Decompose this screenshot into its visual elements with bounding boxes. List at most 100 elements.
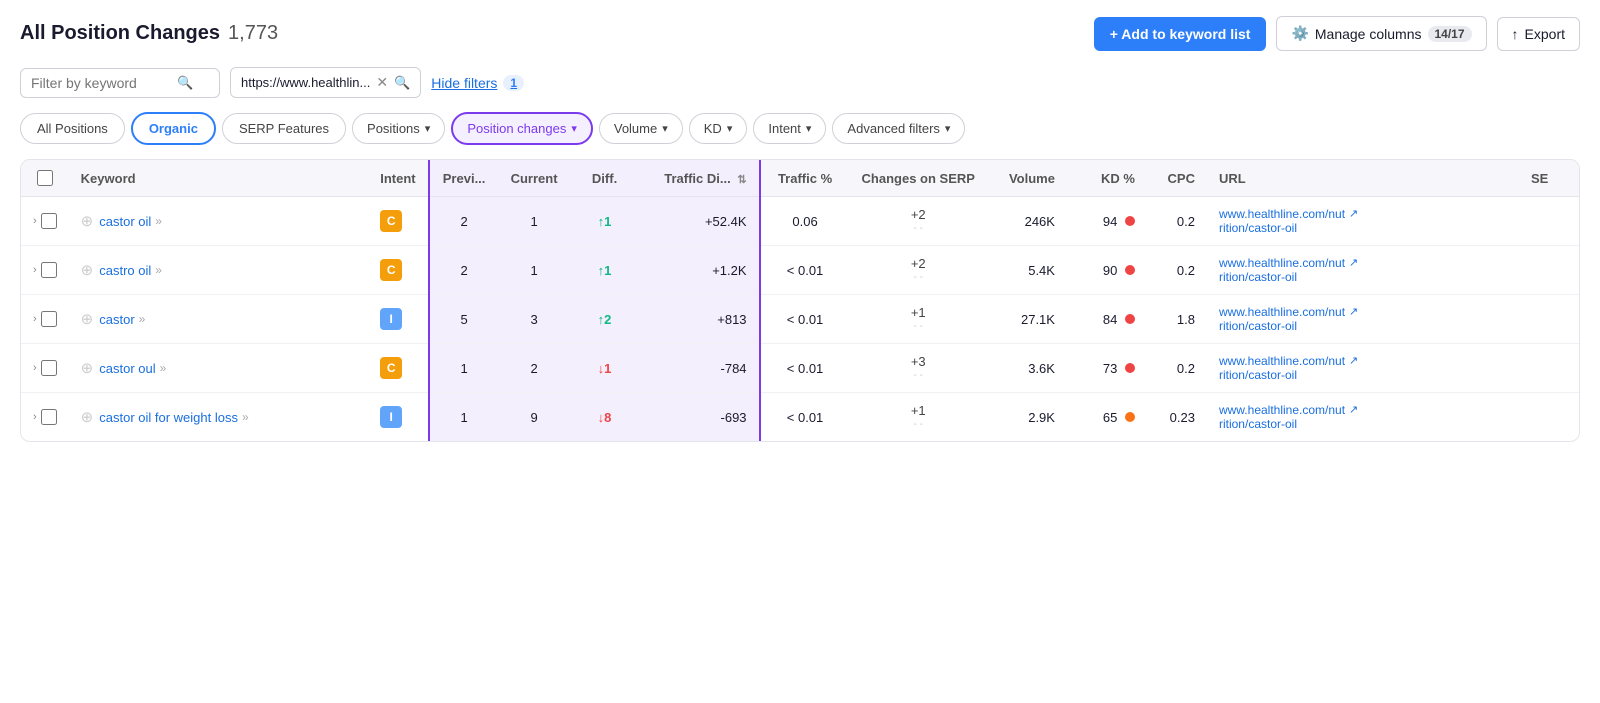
tab-kd[interactable]: KD ▾ <box>689 113 748 144</box>
hide-filters-badge: 1 <box>503 75 524 91</box>
col-header-cpc: CPC <box>1147 160 1207 197</box>
row-expand-icon[interactable]: › <box>33 264 37 276</box>
keyword-chevron-icon: » <box>155 214 162 228</box>
row-expand-icon[interactable]: › <box>33 362 37 374</box>
col-header-traffic-di[interactable]: Traffic Di... ⇅ <box>640 160 760 197</box>
tab-volume[interactable]: Volume ▾ <box>599 113 683 144</box>
add-to-keyword-list-button[interactable]: + Add to keyword list <box>1094 17 1267 51</box>
keyword-cell: ⊕ castor oil » <box>69 197 369 246</box>
row-expand-icon[interactable]: › <box>33 215 37 227</box>
traffic-di-value: +1.2K <box>712 263 746 278</box>
chevron-down-icon: ▾ <box>571 122 577 135</box>
traffic-di-value: -693 <box>721 410 747 425</box>
diff-cell: ↓8 <box>570 393 640 442</box>
url-link[interactable]: www.healthline.com/nutrition/castor-oil <box>1219 305 1345 333</box>
keyword-link[interactable]: castor oil for weight loss » <box>99 410 248 425</box>
hide-filters-button[interactable]: Hide filters 1 <box>431 75 524 91</box>
url-cell: www.healthline.com/nutrition/castor-oil … <box>1207 344 1519 393</box>
intent-cell: C <box>368 197 428 246</box>
keyword-chevron-icon: » <box>155 263 162 277</box>
diff-value: ↑2 <box>598 312 612 327</box>
filter-tabs: All Positions Organic SERP Features Posi… <box>20 112 1580 145</box>
col-header-intent: Intent <box>368 160 428 197</box>
traffic-pct-cell: < 0.01 <box>760 295 850 344</box>
col-header-volume: Volume <box>987 160 1067 197</box>
manage-columns-button[interactable]: ⚙️ Manage columns 14/17 <box>1276 16 1486 51</box>
row-checkbox[interactable] <box>41 213 57 229</box>
keyword-link[interactable]: castor oil » <box>99 214 162 229</box>
keyword-add-icon: ⊕ <box>81 310 94 328</box>
row-checkbox[interactable] <box>41 409 57 425</box>
intent-badge: I <box>380 308 402 330</box>
url-link[interactable]: www.healthline.com/nutrition/castor-oil <box>1219 403 1345 431</box>
keyword-link[interactable]: castor oul » <box>99 361 166 376</box>
tab-intent[interactable]: Intent ▾ <box>753 113 826 144</box>
traffic-pct-cell: 0.06 <box>760 197 850 246</box>
col-header-check <box>21 160 69 197</box>
url-filter-wrap: https://www.healthlin... ✕ 🔍 <box>230 67 421 98</box>
search-icon: 🔍 <box>177 75 193 91</box>
row-expand-icon[interactable]: › <box>33 313 37 325</box>
row-checkbox[interactable] <box>41 360 57 376</box>
gear-icon: ⚙️ <box>1291 25 1308 42</box>
col-header-traffic-pct: Traffic % <box>760 160 850 197</box>
prev-position-cell: 1 <box>429 393 499 442</box>
current-position-cell: 1 <box>499 197 570 246</box>
tab-positions[interactable]: Positions ▾ <box>352 113 445 144</box>
se-cell <box>1519 197 1579 246</box>
kd-dot <box>1125 314 1135 324</box>
keyword-link[interactable]: castro oil » <box>99 263 162 278</box>
export-button[interactable]: ↑ Export <box>1497 17 1580 51</box>
changes-serp-cell: +1 - - <box>850 393 987 442</box>
kd-cell: 65 <box>1067 393 1147 442</box>
changes-serp-cell: +1 - - <box>850 295 987 344</box>
kd-cell: 94 <box>1067 197 1147 246</box>
data-table-wrap: Keyword Intent Previ... Current Diff. <box>20 159 1580 442</box>
url-filter-search-icon: 🔍 <box>394 75 410 91</box>
table-row: › ⊕ castor oil » C 2 1 ↑1 +52.4K 0.06 +2 <box>21 197 1579 246</box>
tab-position-changes[interactable]: Position changes ▾ <box>451 112 593 145</box>
diff-value: ↓8 <box>598 410 612 425</box>
keyword-chevron-icon: » <box>139 312 146 326</box>
url-link[interactable]: www.healthline.com/nutrition/castor-oil <box>1219 207 1345 235</box>
chevron-down-icon: ▾ <box>662 122 668 135</box>
changes-serp-dashes: - - <box>914 370 923 382</box>
diff-value: ↑1 <box>598 263 612 278</box>
chevron-down-icon: ▾ <box>945 122 951 135</box>
se-cell <box>1519 246 1579 295</box>
keyword-filter-input[interactable] <box>31 75 171 91</box>
prev-position-cell: 2 <box>429 197 499 246</box>
tab-advanced-filters[interactable]: Advanced filters ▾ <box>832 113 965 144</box>
keyword-add-icon: ⊕ <box>81 359 94 377</box>
traffic-pct-cell: < 0.01 <box>760 393 850 442</box>
row-checkbox[interactable] <box>41 262 57 278</box>
keyword-link[interactable]: castor » <box>99 312 145 327</box>
row-expand-check: › <box>21 197 69 246</box>
changes-serp-dashes: - - <box>914 223 923 235</box>
tab-organic[interactable]: Organic <box>131 112 216 145</box>
volume-cell: 2.9K <box>987 393 1067 442</box>
url-cell: www.healthline.com/nutrition/castor-oil … <box>1207 295 1519 344</box>
keyword-chevron-icon: » <box>160 361 167 375</box>
table-row: › ⊕ castro oil » C 2 1 ↑1 +1.2K < 0.01 + <box>21 246 1579 295</box>
select-all-checkbox[interactable] <box>37 170 53 186</box>
changes-serp-dashes: - - <box>914 272 923 284</box>
keyword-chevron-icon: » <box>242 410 249 424</box>
url-filter-close-button[interactable]: ✕ <box>376 74 388 91</box>
row-expand-icon[interactable]: › <box>33 411 37 423</box>
external-link-icon: ↗ <box>1349 305 1358 318</box>
keyword-add-icon: ⊕ <box>81 212 94 230</box>
traffic-di-cell: -784 <box>640 344 760 393</box>
keyword-filter-wrap[interactable]: 🔍 <box>20 68 220 98</box>
col-header-url: URL <box>1207 160 1519 197</box>
kd-cell: 73 <box>1067 344 1147 393</box>
row-checkbox[interactable] <box>41 311 57 327</box>
col-header-kd: KD % <box>1067 160 1147 197</box>
diff-value: ↓1 <box>598 361 612 376</box>
url-link[interactable]: www.healthline.com/nutrition/castor-oil <box>1219 354 1345 382</box>
tab-serp-features[interactable]: SERP Features <box>222 113 346 144</box>
intent-badge: C <box>380 357 402 379</box>
header-actions: + Add to keyword list ⚙️ Manage columns … <box>1094 16 1580 51</box>
tab-all-positions[interactable]: All Positions <box>20 113 125 144</box>
url-link[interactable]: www.healthline.com/nutrition/castor-oil <box>1219 256 1345 284</box>
